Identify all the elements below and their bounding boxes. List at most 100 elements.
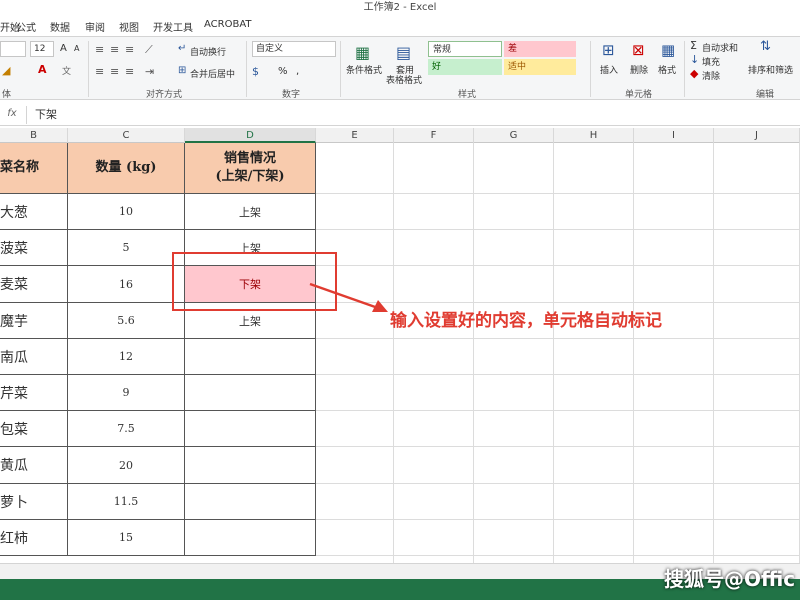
format-cells-icon[interactable]: ▦: [661, 41, 675, 59]
format-table-icon[interactable]: ▤: [396, 43, 411, 62]
clear-icon[interactable]: ◆: [690, 67, 698, 80]
currency-icon[interactable]: $: [252, 65, 259, 78]
fx-icon[interactable]: fx: [4, 108, 20, 122]
table-cell-status[interactable]: [185, 375, 316, 411]
shrink-font-button[interactable]: A: [74, 44, 79, 53]
table-cell-qty[interactable]: 15: [68, 520, 185, 556]
merge-icon[interactable]: ⊞: [178, 65, 186, 76]
conditional-format-icon[interactable]: ▦: [355, 43, 370, 62]
table-cell-name[interactable]: 芹菜: [0, 375, 68, 411]
empty-cell[interactable]: [714, 143, 800, 194]
empty-cell[interactable]: [554, 143, 634, 194]
empty-cell[interactable]: [474, 520, 554, 556]
empty-cell[interactable]: [474, 375, 554, 411]
table-cell-name[interactable]: 魔芋: [0, 303, 68, 339]
empty-cell[interactable]: [714, 303, 800, 339]
table-cell-qty[interactable]: 16: [68, 266, 185, 303]
empty-cell[interactable]: [474, 266, 554, 303]
font-color-button[interactable]: A: [38, 63, 47, 76]
empty-cell[interactable]: [474, 339, 554, 375]
column-header-h[interactable]: H: [554, 128, 634, 143]
column-header-g[interactable]: G: [474, 128, 554, 143]
empty-cell[interactable]: [634, 375, 714, 411]
column-header-c[interactable]: C: [68, 128, 185, 143]
empty-cell[interactable]: [634, 520, 714, 556]
empty-cell[interactable]: [316, 143, 394, 194]
font-name-box[interactable]: [0, 41, 26, 57]
table-cell-status[interactable]: [185, 411, 316, 447]
empty-cell[interactable]: [554, 411, 634, 447]
table-cell-qty[interactable]: 5.6: [68, 303, 185, 339]
align-top-icon[interactable]: ≡: [95, 43, 104, 56]
tab-data[interactable]: 数据: [50, 19, 70, 34]
empty-cell[interactable]: [714, 520, 800, 556]
format-button[interactable]: 格式: [658, 63, 676, 76]
style-normal[interactable]: 常规: [428, 41, 502, 57]
phonetic-icon[interactable]: 文: [62, 64, 71, 77]
empty-cell[interactable]: [634, 339, 714, 375]
table-cell-qty[interactable]: 11.5: [68, 484, 185, 520]
empty-cell[interactable]: [714, 266, 800, 303]
empty-cell[interactable]: [474, 143, 554, 194]
table-cell-qty[interactable]: 9: [68, 375, 185, 411]
table-cell-name[interactable]: 菠菜: [0, 230, 68, 266]
table-cell-name[interactable]: 麦菜: [0, 266, 68, 303]
style-bad[interactable]: 差: [504, 41, 576, 57]
autosum-icon[interactable]: Σ: [690, 39, 697, 52]
fill-icon[interactable]: ↓: [690, 53, 699, 66]
tab-review[interactable]: 审阅: [85, 19, 105, 34]
table-cell-qty[interactable]: 10: [68, 194, 185, 230]
table-cell-name[interactable]: 大葱: [0, 194, 68, 230]
column-header-d[interactable]: D: [185, 128, 316, 143]
empty-cell[interactable]: [394, 230, 474, 266]
empty-cell[interactable]: [474, 447, 554, 484]
empty-cell[interactable]: [316, 411, 394, 447]
column-header-f[interactable]: F: [394, 128, 474, 143]
empty-cell[interactable]: [474, 230, 554, 266]
empty-cell[interactable]: [316, 484, 394, 520]
tab-acrobat[interactable]: ACROBAT: [204, 19, 252, 30]
empty-cell[interactable]: [634, 447, 714, 484]
clear-button[interactable]: 清除: [702, 69, 720, 82]
table-cell-status[interactable]: [185, 339, 316, 375]
table-cell-name[interactable]: 红柿: [0, 520, 68, 556]
empty-cell[interactable]: [714, 230, 800, 266]
empty-cell[interactable]: [394, 447, 474, 484]
worksheet-grid[interactable]: 菜名称 数量 (kg) 销售情况 (上架/下架) 大葱 10 上架 菠菜 5 上架 麦菜 16…: [0, 143, 800, 592]
empty-cell[interactable]: [474, 194, 554, 230]
table-cell-status[interactable]: [185, 447, 316, 484]
header-cell-qty[interactable]: 数量 (kg): [68, 143, 185, 194]
table-cell-qty[interactable]: 7.5: [68, 411, 185, 447]
conditional-format-button[interactable]: 条件格式: [346, 63, 382, 76]
empty-cell[interactable]: [316, 194, 394, 230]
header-cell-name[interactable]: 菜名称: [0, 143, 68, 194]
delete-button[interactable]: 删除: [630, 63, 648, 76]
sort-filter-button[interactable]: 排序和筛选: [748, 63, 793, 76]
empty-cell[interactable]: [634, 484, 714, 520]
sort-filter-icon[interactable]: ⇅: [760, 39, 771, 54]
grow-font-button[interactable]: A: [60, 43, 67, 54]
empty-cell[interactable]: [714, 447, 800, 484]
empty-cell[interactable]: [394, 194, 474, 230]
empty-cell[interactable]: [394, 484, 474, 520]
formula-input[interactable]: 下架: [26, 106, 796, 124]
empty-cell[interactable]: [554, 447, 634, 484]
empty-cell[interactable]: [634, 266, 714, 303]
align-left-icon[interactable]: ≡: [95, 65, 104, 78]
empty-cell[interactable]: [554, 484, 634, 520]
empty-cell[interactable]: [474, 484, 554, 520]
empty-cell[interactable]: [474, 411, 554, 447]
empty-cell[interactable]: [554, 194, 634, 230]
fill-button[interactable]: 填充: [702, 55, 720, 68]
table-cell-name[interactable]: 黄瓜: [0, 447, 68, 484]
table-cell-qty[interactable]: 5: [68, 230, 185, 266]
empty-cell[interactable]: [554, 230, 634, 266]
autosum-button[interactable]: 自动求和: [702, 41, 738, 54]
table-cell-status[interactable]: [185, 520, 316, 556]
empty-cell[interactable]: [394, 411, 474, 447]
empty-cell[interactable]: [714, 411, 800, 447]
empty-cell[interactable]: [394, 266, 474, 303]
align-right-icon[interactable]: ≡: [125, 65, 134, 78]
tab-view[interactable]: 视图: [119, 19, 139, 34]
indent-icon[interactable]: ⇥: [145, 65, 154, 78]
